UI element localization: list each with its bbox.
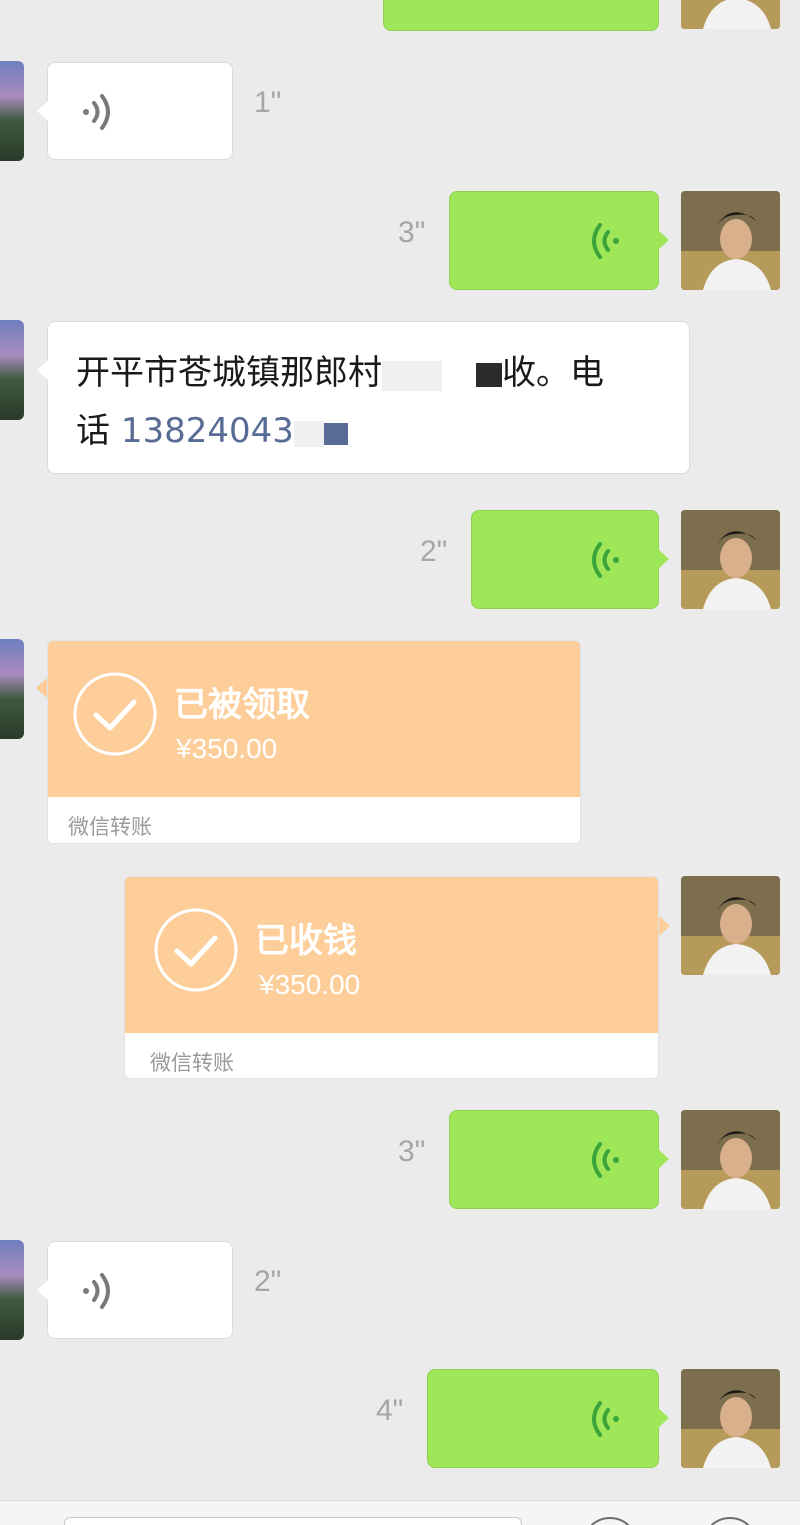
bubble-tail [659,916,670,936]
my-avatar[interactable] [681,0,780,29]
voice-duration: 2" [254,1265,282,1298]
chat-screen: 1" 3" 开平市苍城镇那郎村 收。电 话 13824043 2" 已被领取 ¥… [0,0,800,1525]
bubble-tail [658,549,669,569]
phone-label: 话 [76,411,121,451]
voice-wave-icon [592,542,619,578]
bubble-tail [658,230,669,250]
chat-input-bar [0,1500,800,1525]
sent-voice-bubble[interactable] [471,510,669,609]
address-text: 开平市苍城镇那郎村 [76,353,382,393]
received-voice-bubble[interactable] [37,1241,233,1339]
redaction-mark [382,355,502,395]
transfer-footer: 微信转账 [68,815,152,839]
transfer-status: 已收钱 [255,921,357,961]
redaction-mark [293,413,374,453]
voice-duration: 4" [376,1394,404,1427]
bubble-tail [37,101,48,121]
transfer-status: 已被领取 [174,685,310,725]
address-suffix: 收。电 [502,353,604,393]
sent-voice-bubble[interactable] [449,191,669,290]
voice-duration: 2" [420,535,448,568]
contact-avatar[interactable] [0,1240,24,1340]
voice-wave-icon [592,223,619,259]
my-avatar[interactable] [681,1369,780,1468]
sent-voice-bubble[interactable] [449,1110,669,1209]
emoji-icon[interactable] [582,1517,638,1525]
my-avatar[interactable] [681,191,780,290]
voice-wave-icon [592,1142,619,1178]
plus-icon[interactable] [702,1517,758,1525]
received-text-bubble[interactable]: 开平市苍城镇那郎村 收。电 话 13824043 [37,321,690,474]
sent-voice-bubble[interactable] [383,0,659,31]
voice-duration: 3" [398,1135,426,1168]
my-avatar[interactable] [681,1110,780,1209]
contact-avatar[interactable] [0,639,24,739]
voice-wave-icon [83,94,110,130]
received-voice-bubble[interactable] [37,62,233,160]
bubble-tail [37,360,48,380]
transfer-footer: 微信转账 [150,1051,234,1075]
check-circle-icon [73,672,157,756]
contact-avatar[interactable] [0,320,24,420]
message-input[interactable] [64,1517,522,1525]
phone-link[interactable]: 13824043 [121,411,294,451]
voice-wave-icon [83,1273,110,1309]
bubble-tail [37,1280,48,1300]
my-avatar[interactable] [681,510,780,609]
transfer-card-sent[interactable]: 已收钱 ¥350.00 微信转账 [124,876,659,1079]
message-text: 开平市苍城镇那郎村 收。电 话 13824043 [76,344,676,460]
sent-voice-bubble[interactable] [427,1369,669,1468]
check-circle-icon [154,908,238,992]
voice-duration: 3" [398,216,426,249]
bubble-tail [36,678,47,698]
transfer-amount: ¥350.00 [176,733,278,764]
transfer-card-received[interactable]: 已被领取 ¥350.00 微信转账 [47,640,581,844]
bubble-tail [658,1149,669,1169]
voice-wave-icon [592,1401,619,1437]
my-avatar[interactable] [681,876,780,975]
bubble-tail [658,1408,669,1428]
voice-duration: 1" [254,86,282,119]
transfer-amount: ¥350.00 [259,969,361,1000]
contact-avatar[interactable] [0,61,24,161]
